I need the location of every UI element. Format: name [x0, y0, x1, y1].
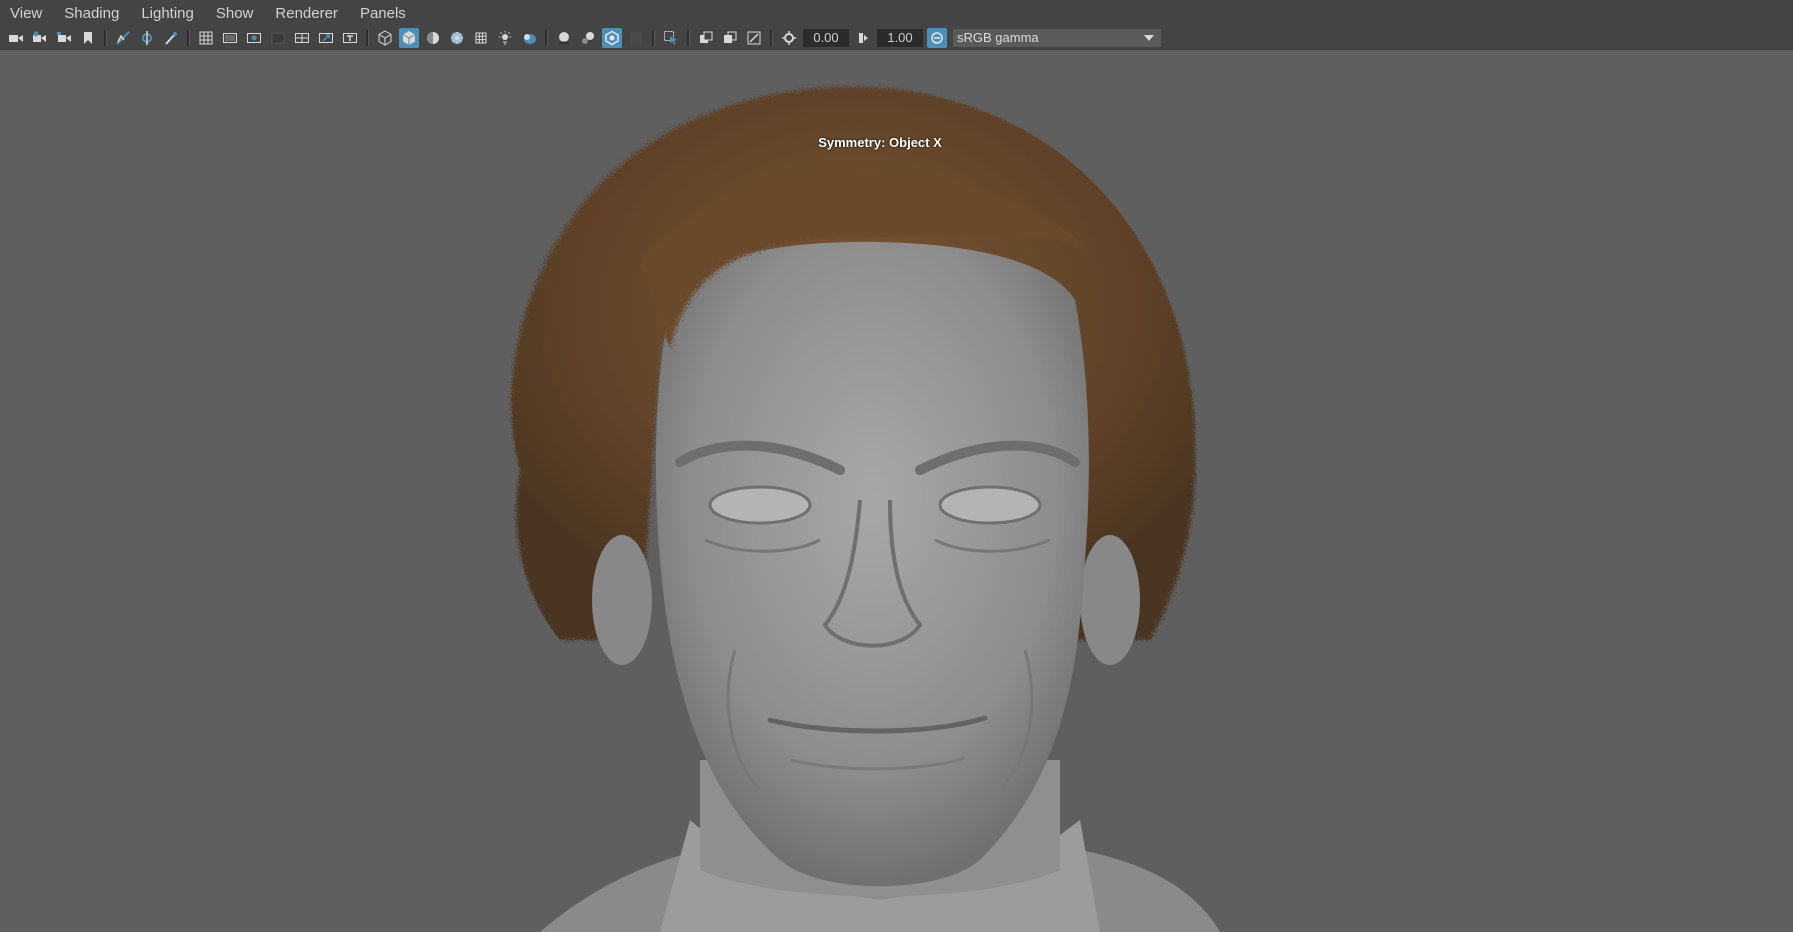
grease-pencil-icon[interactable]: [137, 28, 157, 48]
right-ear: [1080, 535, 1140, 665]
left-eye: [708, 485, 812, 525]
exposure-field[interactable]: 0.00: [803, 28, 849, 47]
screen-space-ao-icon[interactable]: [519, 28, 539, 48]
resolution-gate-icon[interactable]: [244, 28, 264, 48]
toolbar-separator: [104, 29, 107, 46]
safe-title-icon[interactable]: [340, 28, 360, 48]
toolbar-separator: [770, 29, 773, 46]
menu-panels[interactable]: Panels: [350, 5, 416, 22]
toolbar-separator: [545, 29, 548, 46]
safe-action-icon[interactable]: [316, 28, 336, 48]
toolbar-separator: [652, 29, 655, 46]
menu-shading[interactable]: Shading: [54, 5, 129, 22]
color-management-icon[interactable]: [927, 27, 947, 48]
field-chart-icon[interactable]: [292, 28, 312, 48]
menu-lighting[interactable]: Lighting: [131, 5, 204, 22]
gate-mask-icon[interactable]: [268, 28, 288, 48]
menu-bar: View Shading Lighting Show Renderer Pane…: [0, 0, 1793, 26]
toolbar-separator: [187, 29, 190, 46]
toolbar-separator: [366, 29, 369, 46]
wireframe-icon[interactable]: [375, 28, 395, 48]
wireframe-on-shaded-icon[interactable]: [423, 28, 443, 48]
isolate-select-icon[interactable]: [626, 28, 646, 48]
view-transform-value: sRGB gamma: [957, 30, 1039, 45]
menu-renderer[interactable]: Renderer: [265, 5, 348, 22]
view-transform-dropdown[interactable]: sRGB gamma: [953, 28, 1161, 47]
head-model: [511, 86, 1220, 932]
gamma-icon[interactable]: [853, 28, 873, 48]
two-d-zoom-icon[interactable]: [744, 28, 764, 48]
two-d-pan-zoom-icon[interactable]: [161, 28, 181, 48]
camera-icon[interactable]: [6, 28, 26, 48]
depth-of-field-icon[interactable]: [602, 27, 622, 48]
symmetry-label: Symmetry: Object X: [818, 135, 942, 150]
xray-components-icon[interactable]: [720, 28, 740, 48]
use-all-lights-icon[interactable]: [471, 28, 491, 48]
motion-blur-icon[interactable]: [554, 28, 574, 48]
menu-view[interactable]: View: [0, 5, 52, 22]
gamma-field[interactable]: 1.00: [877, 28, 923, 47]
exposure-icon[interactable]: [779, 28, 799, 48]
film-gate-icon[interactable]: [220, 28, 240, 48]
right-eye: [938, 485, 1042, 525]
xray-joints-icon[interactable]: [696, 28, 716, 48]
anti-aliasing-icon[interactable]: [578, 28, 598, 48]
image-plane-icon[interactable]: [113, 28, 133, 48]
toolbar-separator: [687, 29, 690, 46]
menu-show[interactable]: Show: [206, 5, 264, 22]
viewport-3d[interactable]: Symmetry: Object X: [0, 51, 1793, 932]
panel-toolbar: 0.00 1.00 sRGB gamma: [0, 26, 1793, 50]
camera-bookmark-icon[interactable]: [54, 28, 74, 48]
left-ear: [592, 535, 652, 665]
grid-icon[interactable]: [196, 28, 216, 48]
textured-icon[interactable]: [447, 28, 467, 48]
smooth-shade-icon[interactable]: [399, 27, 419, 48]
camera-attributes-icon[interactable]: [30, 28, 50, 48]
xray-icon[interactable]: [661, 28, 681, 48]
chevron-down-icon: [1144, 34, 1154, 41]
bookmark-icon[interactable]: [78, 28, 98, 48]
shadows-icon[interactable]: [495, 28, 515, 48]
